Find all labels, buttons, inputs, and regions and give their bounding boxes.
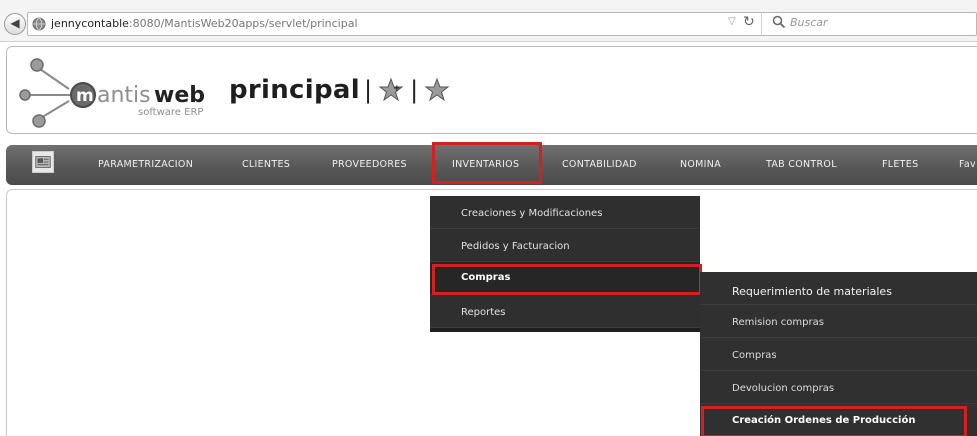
submenu-item-label: Remision compras <box>732 317 824 328</box>
search-icon <box>772 15 786 29</box>
history-dropdown-icon[interactable]: ▽ <box>728 16 736 27</box>
address-bar[interactable]: jennycontable:8080/MantisWeb20apps/servl… <box>27 12 977 36</box>
submenu-item-requerimiento[interactable]: Requerimiento de materiales <box>700 272 977 305</box>
menu-item-proveedores[interactable]: PROVEEDORES <box>332 159 407 170</box>
app-header: m antis web software ERP principal | + | <box>6 46 977 134</box>
submenu-item-label: Requerimiento de materiales <box>732 285 892 298</box>
menu-item-tab-control[interactable]: TAB CONTROL <box>766 159 837 170</box>
reload-icon[interactable]: ↻ <box>743 14 755 30</box>
svg-text:m: m <box>76 86 94 106</box>
separator: | <box>364 76 373 104</box>
submenu-item-devolucion[interactable]: Devolucion compras <box>700 371 977 404</box>
page-title: principal <box>229 75 360 105</box>
url-host: jennycontable <box>51 17 129 30</box>
url-text: jennycontable:8080/MantisWeb20apps/servl… <box>51 17 358 30</box>
menu-item-clientes[interactable]: CLIENTES <box>242 159 290 170</box>
svg-text:software ERP: software ERP <box>138 107 203 118</box>
submenu-item-remision[interactable]: Remision compras <box>700 305 977 338</box>
menu-item-nomina[interactable]: NOMINA <box>680 159 721 170</box>
mantisweb-logo: m antis web software ERP <box>19 58 205 128</box>
svg-text:antis: antis <box>97 83 151 108</box>
dropdown-item-label: Reportes <box>461 307 506 318</box>
dropdown-item-label: Pedidos y Facturacion <box>461 241 570 252</box>
menu-item-fletes[interactable]: FLETES <box>882 159 918 170</box>
highlight-creacion-ordenes <box>701 406 967 436</box>
submenu-item-compras[interactable]: Compras <box>700 338 977 371</box>
title-icons: | + | <box>364 75 450 105</box>
menu-item-contabilidad[interactable]: CONTABILIDAD <box>562 159 637 170</box>
favorites-icon[interactable] <box>424 77 450 103</box>
highlight-compras <box>432 264 702 295</box>
search-box[interactable]: Buscar <box>761 12 977 36</box>
menu-item-parametrizacion[interactable]: PARAMETRIZACION <box>98 159 193 170</box>
globe-icon <box>32 17 46 31</box>
url-path: :8080/MantisWeb20apps/servlet/principal <box>128 17 358 30</box>
menu-item-favoritos[interactable]: Fav <box>959 159 976 170</box>
submenu-item-label: Compras <box>732 350 777 361</box>
search-placeholder: Buscar <box>790 16 828 29</box>
dropdown-item-pedidos[interactable]: Pedidos y Facturacion <box>430 229 700 262</box>
dropdown-item-reportes[interactable]: Reportes <box>430 295 700 328</box>
dropdown-item-creaciones[interactable]: Creaciones y Modificaciones <box>430 196 700 229</box>
svg-text:web: web <box>154 83 205 108</box>
browser-toolbar: ◀ jennycontable:8080/MantisWeb20apps/ser… <box>0 0 977 42</box>
dropdown-item-label: Creaciones y Modificaciones <box>461 208 603 219</box>
separator: | <box>410 76 419 104</box>
submenu-item-label: Devolucion compras <box>732 383 835 394</box>
favorite-add-icon[interactable]: + <box>378 77 404 103</box>
back-button[interactable]: ◀ <box>4 13 26 35</box>
home-icon[interactable] <box>32 151 54 173</box>
svg-text:+: + <box>393 84 401 94</box>
highlight-inventarios <box>432 142 542 184</box>
